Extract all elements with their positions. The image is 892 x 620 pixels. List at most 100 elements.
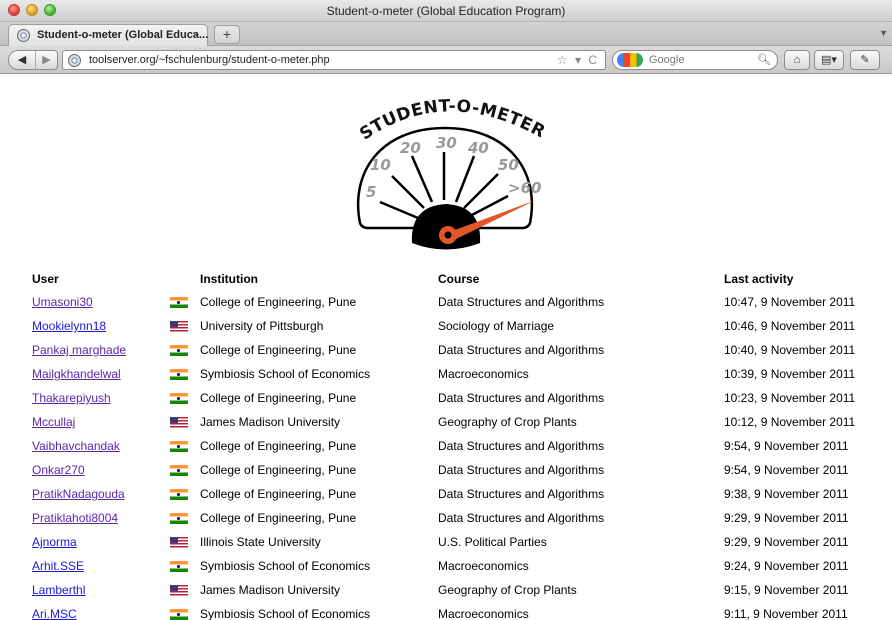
user-link[interactable]: Ari.MSC [32,607,77,620]
user-link[interactable]: Vaibhavchandak [32,439,120,453]
evernote-icon[interactable]: ✎ [850,50,880,70]
cell-institution: Symbiosis School of Economics [200,367,371,381]
usa-flag-icon [170,417,188,429]
cell-last-activity: 9:54, 9 November 2011 [724,463,849,477]
cell-last-activity: 10:39, 9 November 2011 [724,367,856,381]
address-text[interactable]: toolserver.org/~fschulenburg/student-o-m… [89,54,330,66]
meter-tick-label: 5 [366,183,376,201]
table-row: Mccullaj James Madison University Geograph… [0,410,892,434]
google-engine-icon[interactable] [617,53,643,67]
user-link[interactable]: Lamberthl [32,583,85,597]
cell-course: Sociology of Marriage [438,319,555,333]
cell-flag [168,530,200,554]
table-row: Pankaj marghade College of Engineering, P… [0,338,892,362]
cell-flag [168,602,200,620]
india-flag-icon [170,465,188,477]
meter-tick-label: 10 [370,156,391,174]
column-header-last-activity: Last activity [724,272,794,286]
table-row: Mailgkhandelwal Symbiosis School of Econo… [0,362,892,386]
user-link[interactable]: Mailgkhandelwal [32,367,121,381]
forward-button[interactable]: ▶ [35,51,57,69]
meter-tick-label: 30 [436,134,457,152]
meter-tick-label: 50 [498,156,519,174]
site-identity-icon[interactable] [68,54,81,67]
india-flag-icon [170,609,188,620]
title-bar: Student-o-meter (Global Education Progra… [0,0,892,22]
cell-institution: James Madison University [200,583,341,597]
user-link[interactable]: PratikNadagouda [32,487,125,501]
user-link[interactable]: Thakarepiyush [32,391,111,405]
meter-tick-label: 40 [467,139,489,157]
search-bar[interactable]: Google 🔍︎ [612,50,778,70]
table-row: PratikNadagouda College of Engineering, P… [0,482,892,506]
cell-course: Data Structures and Algorithms [438,463,605,477]
address-bar[interactable]: toolserver.org/~fschulenburg/student-o-m… [62,50,606,70]
india-flag-icon [170,297,188,309]
cell-last-activity: 9:15, 9 November 2011 [724,583,849,597]
tab-list-icon[interactable]: ▼ [879,28,888,38]
cell-course: Data Structures and Algorithms [438,295,605,309]
cell-flag [168,386,200,410]
table-row: Thakarepiyush College of Engineering, Pun… [0,386,892,410]
cell-flag [168,506,200,530]
cell-course: Data Structures and Algorithms [438,511,605,525]
cell-user: Lamberthl [0,578,168,602]
search-icon[interactable]: 🔍︎ [757,53,771,66]
search-input[interactable]: Google [649,54,684,66]
cell-course: U.S. Political Parties [438,535,547,549]
tab-bar: Student-o-meter (Global Educa... × + ▼ [0,22,892,46]
cell-last-activity: 10:40, 9 November 2011 [724,343,856,357]
user-link[interactable]: Arhit.SSE [32,559,84,573]
cell-flag [168,410,200,434]
cell-flag [168,578,200,602]
cell-user: Onkar270 [0,458,168,482]
user-link[interactable]: Umasoni30 [32,295,93,309]
back-button[interactable]: ◀ [11,51,33,69]
user-link[interactable]: Mccullaj [32,415,75,429]
user-link[interactable]: Pankaj marghade [32,343,126,357]
cell-user: Ari.MSC [0,602,168,620]
usa-flag-icon [170,585,188,597]
student-o-meter-gauge: STUDENT-O-METER 5 10 20 30 40 50 >60 [356,96,548,250]
cell-flag [168,338,200,362]
cell-course: Macroeconomics [438,607,529,620]
cell-user: Mookielynn18 [0,314,168,338]
cell-flag [168,434,200,458]
cell-course: Geography of Crop Plants [438,583,577,597]
table-header-row: User Institution Course Last activity [0,268,892,290]
cell-institution: College of Engineering, Pune [200,343,357,357]
table-row: Onkar270 College of Engineering, Pune Data… [0,458,892,482]
cell-course: Data Structures and Algorithms [438,439,605,453]
cell-institution: Symbiosis School of Economics [200,559,371,573]
column-header-institution: Institution [200,272,258,286]
bookmark-reload-controls[interactable]: ☆ ▾ C [557,53,599,67]
cell-last-activity: 10:47, 9 November 2011 [724,295,856,309]
user-link[interactable]: Pratiklahoti8004 [32,511,118,525]
cell-user: Vaibhavchandak [0,434,168,458]
cell-user: Thakarepiyush [0,386,168,410]
table-row: Lamberthl James Madison University Geograp… [0,578,892,602]
cell-user: PratikNadagouda [0,482,168,506]
india-flag-icon [170,393,188,405]
home-button[interactable]: ⌂ [784,50,810,70]
cell-last-activity: 10:46, 9 November 2011 [724,319,856,333]
cell-flag [168,554,200,578]
bookmarks-menu-button[interactable]: ▤▾ [814,50,844,70]
user-link[interactable]: Mookielynn18 [32,319,106,333]
cell-institution: College of Engineering, Pune [200,391,357,405]
cell-last-activity: 9:24, 9 November 2011 [724,559,849,573]
cell-user: Arhit.SSE [0,554,168,578]
india-flag-icon [170,441,188,453]
cell-institution: College of Engineering, Pune [200,463,357,477]
cell-institution: Illinois State University [200,535,321,549]
cell-course: Macroeconomics [438,367,529,381]
cell-last-activity: 9:29, 9 November 2011 [724,535,849,549]
user-link[interactable]: Ajnorma [32,535,77,549]
history-buttons: ◀ ▶ [8,50,58,70]
tab-close-icon[interactable]: × [192,28,199,42]
tab-student-o-meter[interactable]: Student-o-meter (Global Educa... × [8,24,208,46]
user-link[interactable]: Onkar270 [32,463,85,477]
cell-last-activity: 9:11, 9 November 2011 [724,607,848,620]
new-tab-button[interactable]: + [214,25,240,44]
navigation-toolbar: ◀ ▶ toolserver.org/~fschulenburg/student… [0,46,892,74]
